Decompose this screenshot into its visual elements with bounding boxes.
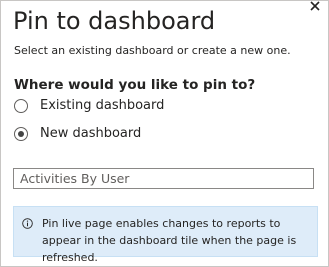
pin-to-dashboard-dialog: Pin to dashboard Select an existing dash… (0, 0, 329, 267)
existing-dashboard-option[interactable]: Existing dashboard (14, 98, 164, 113)
new-dashboard-option[interactable]: New dashboard (14, 126, 141, 141)
close-icon[interactable] (308, 0, 322, 13)
info-icon (22, 218, 33, 229)
dialog-title: Pin to dashboard (13, 7, 216, 35)
dashboard-name-input[interactable] (13, 168, 314, 189)
info-text: Pin live page enables changes to reports… (42, 217, 297, 264)
pin-location-question: Where would you like to pin to? (14, 77, 256, 93)
existing-dashboard-label: Existing dashboard (40, 98, 165, 113)
existing-dashboard-radio[interactable] (14, 98, 28, 113)
new-dashboard-radio[interactable] (14, 126, 28, 141)
info-message: Pin live page enables changes to reports… (13, 206, 318, 264)
new-dashboard-label: New dashboard (40, 126, 142, 141)
dialog-subtitle: Select an existing dashboard or create a… (14, 44, 291, 57)
